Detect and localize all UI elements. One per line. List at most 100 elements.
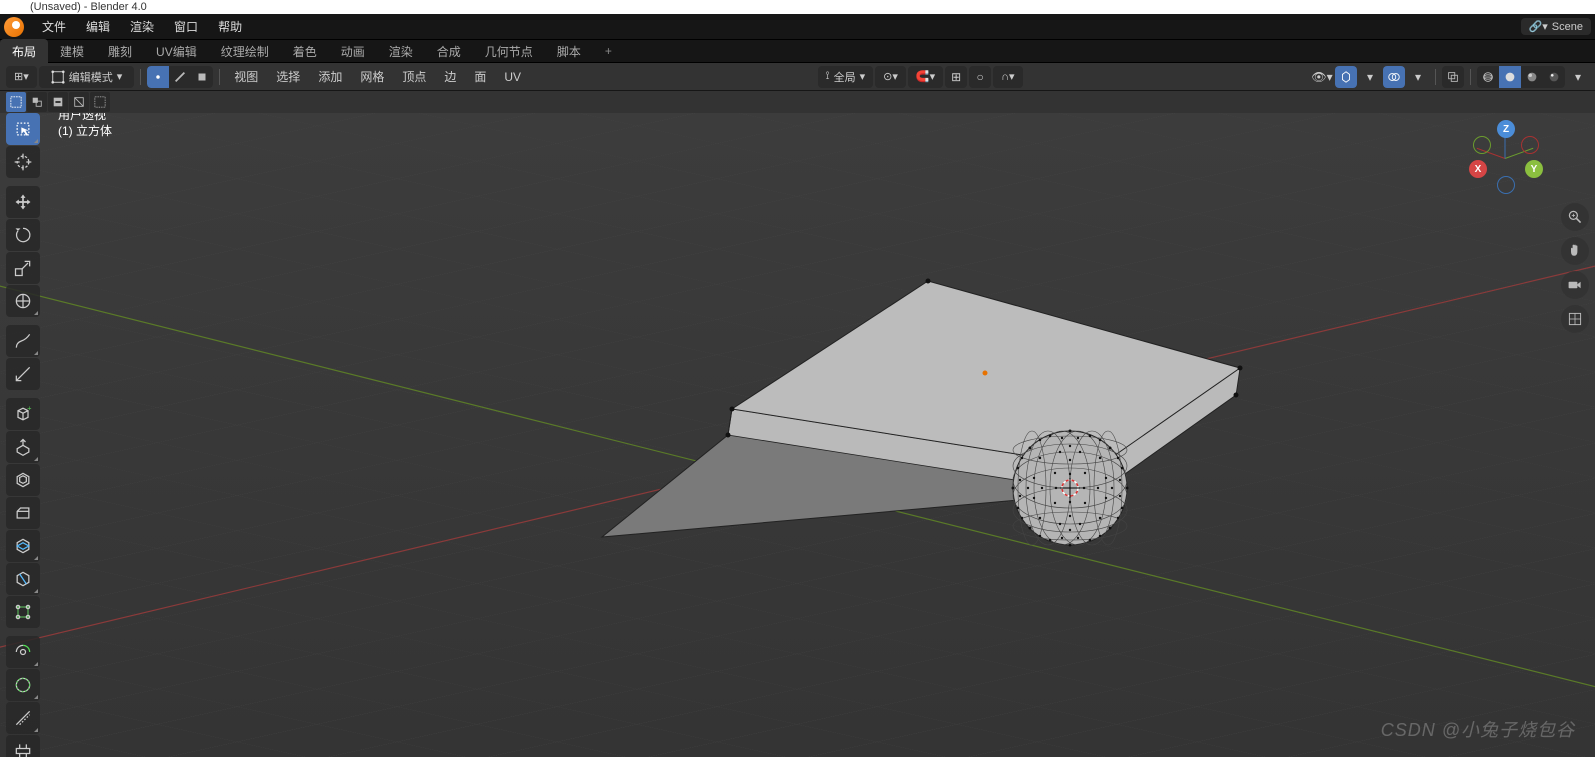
tool-extrude-region[interactable] <box>6 431 40 463</box>
workspace-geonodes[interactable]: 几何节点 <box>473 39 545 64</box>
shade-solid-icon[interactable] <box>1499 66 1521 88</box>
gizmo-x[interactable]: X <box>1469 160 1487 178</box>
menu-select[interactable]: 选择 <box>268 64 308 89</box>
title-text: (Unsaved) - Blender 4.0 <box>30 1 147 13</box>
prop-falloff-dropdown[interactable]: ∩▾ <box>993 66 1022 88</box>
snap-dropdown[interactable]: 🧲▾ <box>908 66 943 88</box>
menu-edge[interactable]: 边 <box>436 64 464 89</box>
sel-box-icon[interactable] <box>6 92 26 112</box>
shade-dd[interactable]: ▾ <box>1567 66 1589 88</box>
workspace-modeling[interactable]: 建模 <box>48 39 96 64</box>
select-strip <box>0 91 1595 113</box>
tool-knife[interactable] <box>6 563 40 595</box>
workspace-layout[interactable]: 布局 <box>0 39 48 64</box>
blender-logo-icon[interactable] <box>4 17 24 37</box>
tool-select[interactable] <box>6 113 40 145</box>
shade-matprev-icon[interactable] <box>1521 66 1543 88</box>
pivot-dropdown[interactable]: ⊙▾ <box>875 66 906 88</box>
tool-polybuild[interactable] <box>6 596 40 628</box>
menu-vertex[interactable]: 顶点 <box>394 64 434 89</box>
sel-extend-icon[interactable] <box>27 92 47 112</box>
gizmo-neg-x[interactable] <box>1521 136 1539 154</box>
watermark: CSDN @小兔子烧包谷 <box>1381 716 1575 742</box>
tool-smooth[interactable] <box>6 669 40 701</box>
tool-bevel[interactable] <box>6 497 40 529</box>
sel-invert-icon[interactable] <box>69 92 89 112</box>
gizmo-neg-y[interactable] <box>1473 136 1491 154</box>
shade-render-icon[interactable] <box>1543 66 1565 88</box>
menubar: 文件 编辑 渲染 窗口 帮助 🔗▾ Scene <box>0 14 1595 39</box>
workspace-sculpt[interactable]: 雕刻 <box>96 39 144 64</box>
tool-cursor[interactable] <box>6 146 40 178</box>
tool-loopcut[interactable] <box>6 530 40 562</box>
menu-render[interactable]: 渲染 <box>120 14 164 39</box>
tool-rotate[interactable] <box>6 219 40 251</box>
scene-selector[interactable]: 🔗▾ Scene <box>1521 18 1591 35</box>
workspace-anim[interactable]: 动画 <box>329 39 377 64</box>
gizmo-toggle-icon[interactable] <box>1335 66 1357 88</box>
nav-gizmo[interactable]: X Y Z <box>1465 118 1545 198</box>
scene-name: Scene <box>1552 21 1583 33</box>
gizmo-neg-z[interactable] <box>1497 176 1515 194</box>
shade-wire-icon[interactable] <box>1477 66 1499 88</box>
select-face-icon[interactable] <box>191 66 213 88</box>
orientation-dropdown[interactable]: ⟟全局▾ <box>818 66 874 88</box>
tool-move[interactable] <box>6 186 40 218</box>
select-vertex-icon[interactable] <box>147 66 169 88</box>
viewport-info: 用户透视 (1) 立方体 <box>58 113 112 139</box>
tool-transform[interactable] <box>6 285 40 317</box>
workspace-texpaint[interactable]: 纹理绘制 <box>209 39 281 64</box>
menu-uv[interactable]: UV <box>496 66 529 88</box>
editor-type-dropdown[interactable]: ⊞▾ <box>6 66 37 88</box>
menu-view[interactable]: 视图 <box>226 64 266 89</box>
tool-shrink[interactable] <box>6 735 40 757</box>
workspace-tabs: 布局 建模 雕刻 UV编辑 纹理绘制 着色 动画 渲染 合成 几何节点 脚本 + <box>0 39 1595 63</box>
zoom-icon[interactable] <box>1561 203 1589 231</box>
xray-icon[interactable] <box>1442 66 1464 88</box>
tool-scale[interactable] <box>6 252 40 284</box>
sel-intersect-icon[interactable] <box>90 92 110 112</box>
tool-inset[interactable] <box>6 464 40 496</box>
overlay-toggle-icon[interactable] <box>1383 66 1405 88</box>
shading-group <box>1477 66 1565 88</box>
object-sphere <box>1012 430 1129 547</box>
workspace-render[interactable]: 渲染 <box>377 39 425 64</box>
menu-file[interactable]: 文件 <box>32 14 76 39</box>
svg-text:+: + <box>27 404 32 413</box>
viewport-grid <box>0 113 1595 757</box>
menu-window[interactable]: 窗口 <box>164 14 208 39</box>
select-edge-icon[interactable] <box>169 66 191 88</box>
viewport-3d[interactable]: 用户透视 (1) 立方体 ✲ X Y Z ▦ 选项 ▾ + <box>0 113 1595 757</box>
viewport-right-panel <box>1561 203 1589 333</box>
overlay-dd[interactable]: ▾ <box>1407 66 1429 88</box>
pan-icon[interactable] <box>1561 237 1589 265</box>
workspace-uv[interactable]: UV编辑 <box>144 39 209 64</box>
tool-annotate[interactable] <box>6 325 40 357</box>
viewport-header: ⊞▾ 编辑模式 ▾ 视图 选择 添加 网格 顶点 边 面 UV ⟟全局▾ ⊙▾ … <box>0 63 1595 91</box>
menu-help[interactable]: 帮助 <box>208 14 252 39</box>
workspace-add[interactable]: + <box>593 40 624 62</box>
gizmo-dd[interactable]: ▾ <box>1359 66 1381 88</box>
tool-edgeslide[interactable] <box>6 702 40 734</box>
tool-measure[interactable] <box>6 358 40 390</box>
menu-face[interactable]: 面 <box>466 64 494 89</box>
menu-mesh[interactable]: 网格 <box>352 64 392 89</box>
sel-subtract-icon[interactable] <box>48 92 68 112</box>
tool-spin[interactable] <box>6 636 40 668</box>
menu-add[interactable]: 添加 <box>310 64 350 89</box>
visibility-icon[interactable]: 👁▾ <box>1311 66 1333 88</box>
gizmo-z[interactable]: Z <box>1497 120 1515 138</box>
persp-icon[interactable] <box>1561 305 1589 333</box>
workspace-script[interactable]: 脚本 <box>545 39 593 64</box>
snap-increment-icon[interactable]: ⊞ <box>945 66 967 88</box>
mode-dropdown[interactable]: 编辑模式 ▾ <box>39 66 135 88</box>
camera-icon[interactable] <box>1561 271 1589 299</box>
gizmo-y[interactable]: Y <box>1525 160 1543 178</box>
workspace-comp[interactable]: 合成 <box>425 39 473 64</box>
menu-edit[interactable]: 编辑 <box>76 14 120 39</box>
tool-addcube[interactable]: + <box>6 398 40 430</box>
scene-icon: 🔗▾ <box>1529 20 1548 33</box>
prop-edit-icon[interactable]: ○ <box>969 66 991 88</box>
titlebar: (Unsaved) - Blender 4.0 <box>0 0 1595 14</box>
workspace-shading[interactable]: 着色 <box>281 39 329 64</box>
